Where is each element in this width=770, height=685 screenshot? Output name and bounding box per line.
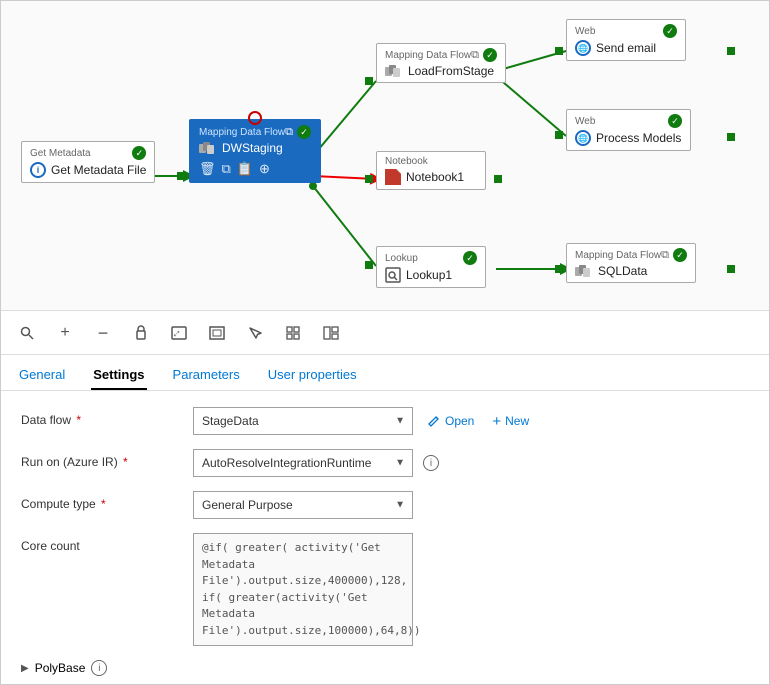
data-flow-select[interactable]: StageData [193,407,413,435]
status-check-lfs: ✓ [483,48,497,62]
compute-type-row: Compute type * General Purpose ▼ [21,491,749,519]
data-flow-row: Data flow * StageData ▼ Open + [21,407,749,435]
tab-parameters[interactable]: Parameters [171,361,242,390]
core-count-expression[interactable]: @if( greater( activity('Get Metadata Fil… [193,533,413,646]
compute-type-select-wrapper: General Purpose ▼ [193,491,413,519]
node-dw-staging[interactable]: Mapping Data Flow ⧉ ✓ DWStaging 🗑 ⧉ 📋 [189,119,321,183]
search-icon[interactable] [17,323,37,343]
open-link-icon[interactable]: ⧉ [285,126,293,139]
run-on-select-wrapper: AutoResolveIntegrationRuntime ▼ [193,449,413,477]
select-icon[interactable] [245,323,265,343]
plus-icon[interactable]: + [55,323,75,343]
open-icon-sql[interactable]: ⧉ [661,249,669,262]
metadata-icon: i [30,162,46,178]
polybase-row[interactable]: ▶ PolyBase i [21,660,749,676]
web-icon-pm: 🌐 [575,130,591,146]
status-check-pm: ✓ [668,114,682,128]
main-container: Get Metadata ✓ i Get Metadata File Mappi… [0,0,770,685]
new-button[interactable]: + New [488,414,533,429]
info-icon-ir[interactable]: i [423,455,439,471]
lock-icon[interactable] [131,323,151,343]
layout-icon[interactable] [321,323,341,343]
node-load-from-stage[interactable]: Mapping Data Flow ⧉ ✓ LoadFromStage [376,43,506,83]
settings-content: Data flow * StageData ▼ Open + [1,391,769,684]
dataflow-icon-sql [575,265,593,278]
info-icon-polybase[interactable]: i [91,660,107,676]
status-check-sql: ✓ [673,248,687,262]
data-flow-select-wrapper: StageData ▼ [193,407,413,435]
node-notebook1[interactable]: Notebook Notebook1 [376,151,486,190]
status-check-email: ✓ [663,24,677,38]
run-on-select[interactable]: AutoResolveIntegrationRuntime [193,449,413,477]
pencil-icon [427,414,441,428]
svg-text:⤢: ⤢ [174,331,180,338]
run-on-row: Run on (Azure IR) * AutoResolveIntegrati… [21,449,749,477]
tab-settings[interactable]: Settings [91,361,146,390]
web-icon-email: 🌐 [575,40,591,56]
tab-general[interactable]: General [17,361,67,390]
node-lookup1[interactable]: Lookup ✓ Lookup1 [376,246,486,288]
lookup-icon [385,267,401,283]
open-icon-lfs[interactable]: ⧉ [471,49,479,62]
dataflow-icon [199,142,217,155]
status-check-dw: ✓ [297,125,311,139]
node-send-email[interactable]: Web ✓ 🌐 Send email [566,19,686,61]
add-btn[interactable]: ⊕ [259,161,270,177]
node-process-models[interactable]: Web ✓ 🌐 Process Models [566,109,691,151]
frame-icon[interactable] [207,323,227,343]
compute-type-select[interactable]: General Purpose [193,491,413,519]
plus-icon-new: + [492,414,501,429]
tabs-row: General Settings Parameters User propert… [1,355,769,391]
open-button[interactable]: Open [423,414,478,428]
minus-icon[interactable]: − [93,323,113,343]
toolbar: + − ⤢ [1,311,769,355]
status-check-lookup: ✓ [463,251,477,265]
delete-btn[interactable]: 🗑 [199,161,216,177]
error-indicator [248,111,262,125]
canvas-area[interactable]: Get Metadata ✓ i Get Metadata File Mappi… [1,1,769,311]
node-sql-data[interactable]: Mapping Data Flow ⧉ ✓ SQLData [566,243,696,283]
clone-btn[interactable]: 📋 [237,161,253,177]
dataflow-icon-lfs [385,65,403,78]
status-check-metadata: ✓ [132,146,146,160]
tab-user-properties[interactable]: User properties [266,361,359,390]
bottom-panel: General Settings Parameters User propert… [1,355,769,684]
chevron-right-icon[interactable]: ▶ [21,663,29,674]
fit-icon[interactable]: ⤢ [169,323,189,343]
copy-btn[interactable]: ⧉ [222,161,231,177]
grid-icon[interactable] [283,323,303,343]
core-count-row: Core count @if( greater( activity('Get M… [21,533,749,646]
node-get-metadata[interactable]: Get Metadata ✓ i Get Metadata File [21,141,155,183]
notebook-icon [385,169,401,185]
